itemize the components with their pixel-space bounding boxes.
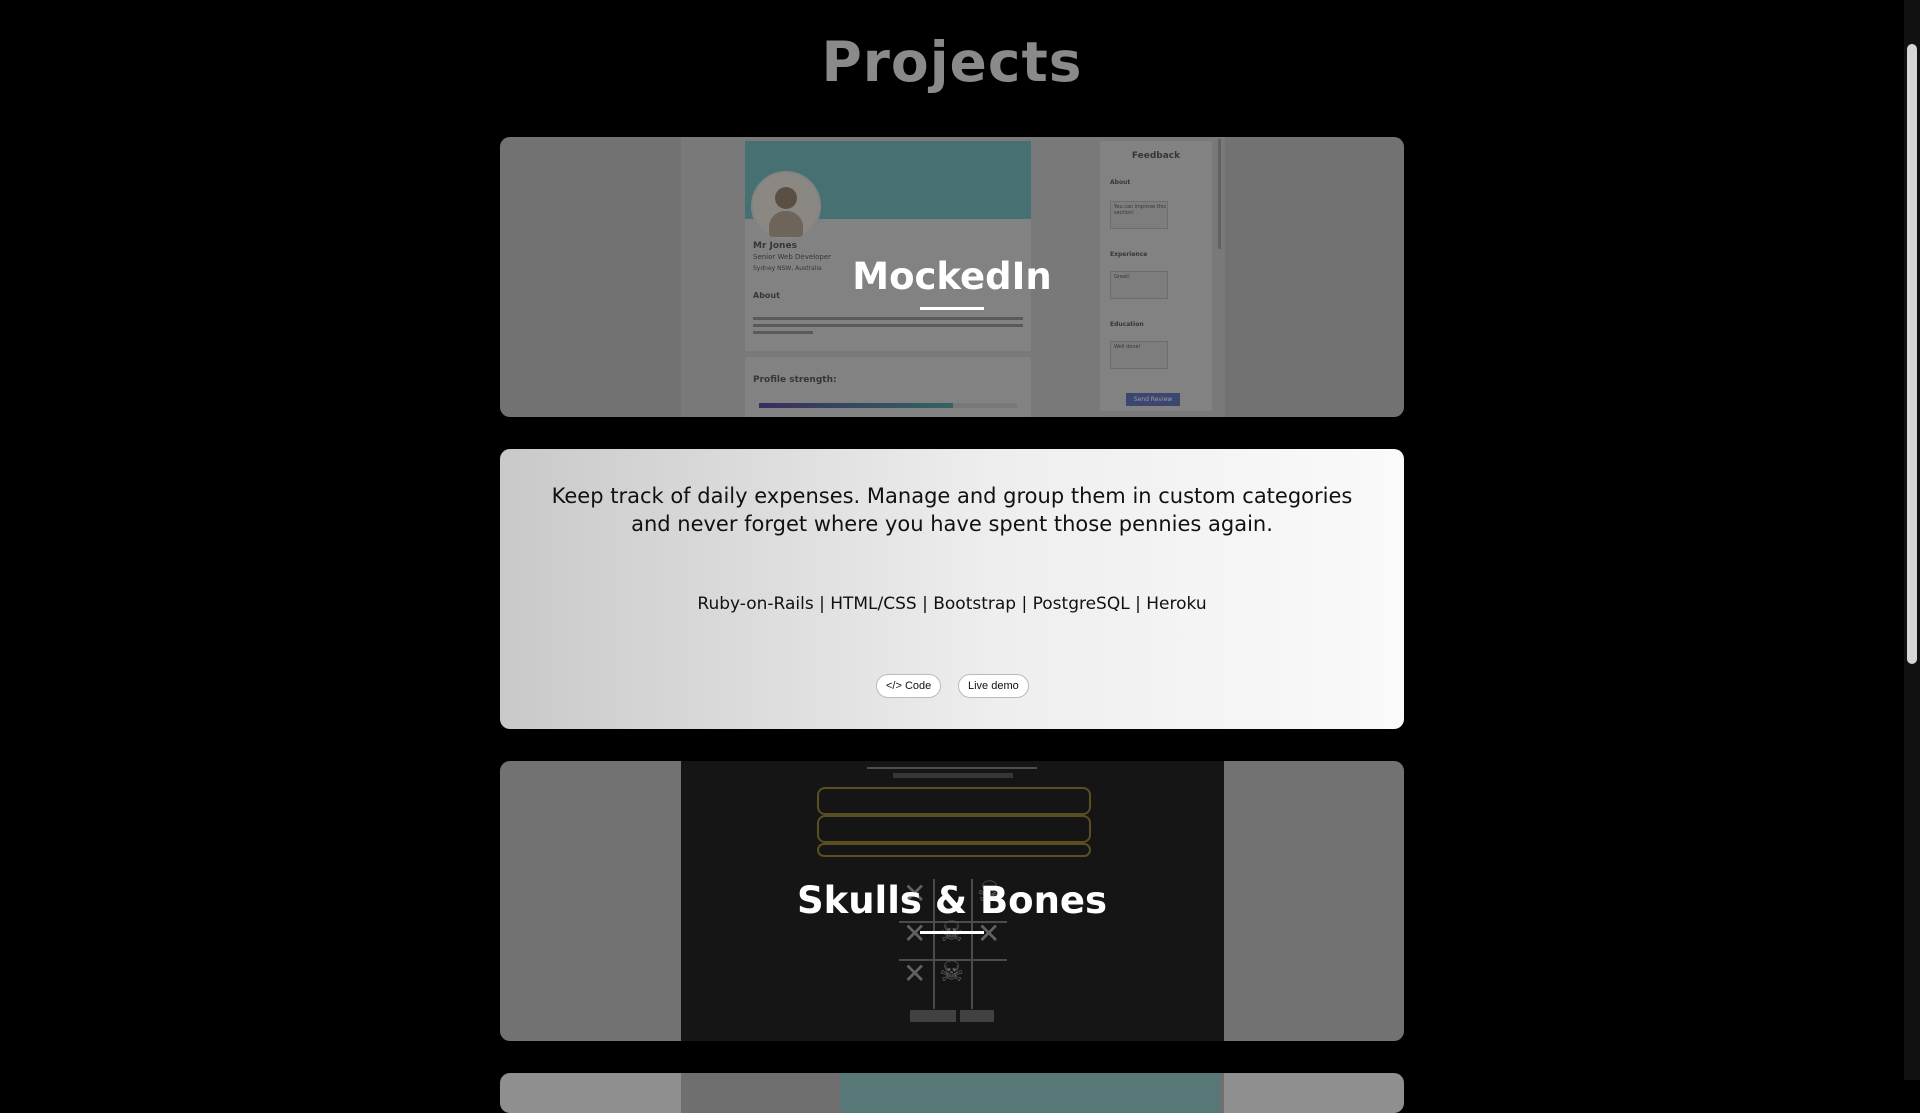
project-screenshot-region: [840, 1073, 1220, 1113]
title-underline: [920, 931, 984, 934]
project-card-mockedin[interactable]: Mr Jones Senior Web Developer Sydney NSW…: [500, 137, 1404, 417]
title-underline: [920, 307, 984, 310]
page-title: Projects: [821, 30, 1083, 94]
project-card-skulls-bones[interactable]: ✕ ☠ ✕ ☠ ✕ ✕ ☠ Skulls & Bones: [500, 761, 1404, 1041]
project-description: Keep track of daily expenses. Manage and…: [551, 484, 1353, 536]
scrollbar-thumb[interactable]: [1907, 44, 1917, 664]
scrollbar-track[interactable]: [1904, 0, 1920, 1080]
project-card-partial[interactable]: [500, 1073, 1404, 1113]
project-card-details: Keep track of daily expenses. Manage and…: [500, 449, 1404, 729]
live-demo-button[interactable]: Live demo: [958, 674, 1029, 698]
project-title: MockedIn: [852, 255, 1052, 298]
code-button[interactable]: </> Code: [876, 674, 942, 698]
project-title: Skulls & Bones: [796, 879, 1108, 922]
project-tech-stack: Ruby-on-Rails | HTML/CSS | Bootstrap | P…: [697, 594, 1207, 614]
